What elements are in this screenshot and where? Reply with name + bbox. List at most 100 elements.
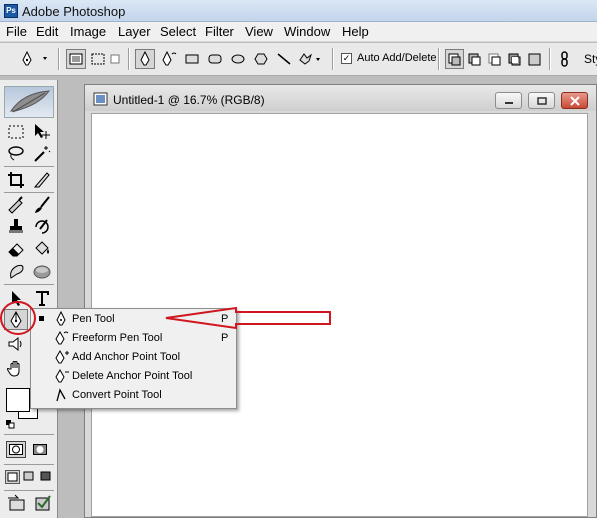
menu-select[interactable]: Select [158,24,198,39]
style-label: Sty [584,52,597,66]
menu-layer[interactable]: Layer [116,24,153,39]
menu-window[interactable]: Window [282,24,332,39]
ellipse-option[interactable] [228,49,248,69]
screen-mode-standard[interactable] [5,470,20,484]
pen-tool-option[interactable] [135,49,155,69]
quick-mask-button[interactable] [30,441,50,458]
menu-edit[interactable]: Edit [34,24,60,39]
photoshop-app-icon: Ps [4,4,18,18]
menu-view[interactable]: View [243,24,275,39]
intersect-shape-area-button[interactable] [485,49,504,69]
healing-brush-tool[interactable] [4,194,28,215]
jump-to-imageready-button[interactable] [6,494,32,512]
crop-tool[interactable] [4,169,28,190]
intersect-shape-area-icon [488,53,501,65]
menu-file[interactable]: File [4,24,29,39]
checkmark-icon [35,495,51,511]
paths-button[interactable] [88,49,108,69]
imageready-icon [8,494,25,511]
sponge-icon [33,265,51,278]
flyout-item-delete-anchor-point-tool[interactable]: Delete Anchor Point Tool [31,367,236,386]
freeform-pen-option[interactable] [158,49,180,69]
screen-mode-full[interactable] [39,470,54,484]
blur-tool[interactable] [4,260,28,281]
annotation-arrow [165,306,331,330]
minimize-button[interactable] [495,92,522,109]
line-icon [277,53,291,65]
feather-icon [10,90,51,113]
menu-image[interactable]: Image [68,24,108,39]
smudge-icon [10,264,24,279]
screen-mode-full-icon [40,471,51,481]
custom-shape-icon [299,53,320,65]
add-to-shape-area-button[interactable] [445,49,464,69]
magic-wand-tool[interactable] [30,143,54,164]
delete-anchor-point-icon [55,368,69,383]
healing-brush-icon [8,195,23,214]
menu-bar: File Edit Image Layer Select Filter View… [0,22,597,42]
add-anchor-point-icon [55,349,69,364]
marquee-icon [8,125,24,138]
brush-tool[interactable] [30,194,54,215]
flyout-item-convert-point-tool[interactable]: Convert Point Tool [31,386,236,405]
fill-pixels-button[interactable] [108,49,122,69]
edit-in-imageready-button[interactable] [34,494,54,512]
polygon-option[interactable] [251,49,271,69]
flyout-item-add-anchor-point-tool[interactable]: Add Anchor Point Tool [31,348,236,367]
annotation-overlay [0,301,331,335]
clone-stamp-icon [9,218,23,233]
document-title: Untitled-1 @ 16.7% (RGB/8) [113,93,265,107]
clone-stamp-tool[interactable] [4,216,28,237]
slice-tool[interactable] [30,169,54,190]
subtract-shape-area-icon [468,53,481,65]
hand-tool[interactable] [4,357,28,378]
screen-mode-full-menu[interactable] [22,470,37,484]
freeform-pen-icon [162,51,177,66]
line-option[interactable] [274,49,294,69]
standard-mode-button[interactable] [6,441,26,458]
subtract-shape-area-button[interactable] [465,49,484,69]
combine-button[interactable] [525,49,544,69]
menu-help[interactable]: Help [340,24,371,39]
tool-preset-picker[interactable] [18,49,54,69]
move-tool[interactable] [30,121,54,142]
shape-layers-button[interactable] [66,49,86,69]
default-colors-button[interactable] [6,418,15,429]
menu-filter[interactable]: Filter [203,24,236,39]
minimize-icon [504,101,513,104]
combine-icon [528,53,541,65]
link-style-button[interactable] [556,49,574,69]
history-brush-icon [35,218,49,234]
exclude-shape-area-button[interactable] [505,49,524,69]
chain-link-icon [561,51,568,67]
paint-bucket-tool[interactable] [30,238,54,259]
eraser-tool[interactable] [4,238,28,259]
feather-logo [4,86,54,118]
lasso-tool[interactable] [4,143,28,164]
add-shape-area-icon [448,53,461,65]
hand-icon [7,360,20,377]
pen-icon [22,50,47,66]
dodge-tool[interactable] [30,260,54,281]
rounded-rectangle-option[interactable] [205,49,225,69]
slice-icon [33,171,50,187]
annotation-circle [0,301,36,335]
lasso-icon [8,145,24,160]
exclude-shape-area-icon [508,53,521,65]
quick-mask-icon [33,444,47,455]
auto-add-delete-checkbox[interactable]: ✓ [341,53,352,64]
paths-icon [91,53,105,65]
flyout-item-label: Add Anchor Point Tool [72,351,181,363]
document-icon [93,92,108,106]
marquee-tool[interactable] [4,121,28,142]
polygon-icon [254,53,268,65]
convert-point-icon [56,388,66,402]
rectangle-option[interactable] [182,49,202,69]
foreground-color-swatch[interactable] [6,388,30,412]
close-button[interactable] [561,92,588,109]
history-brush-tool[interactable] [30,216,54,237]
custom-shape-option[interactable] [297,49,325,69]
maximize-button[interactable] [528,92,555,109]
screen-mode-icon [7,472,18,482]
crop-icon [8,171,24,188]
